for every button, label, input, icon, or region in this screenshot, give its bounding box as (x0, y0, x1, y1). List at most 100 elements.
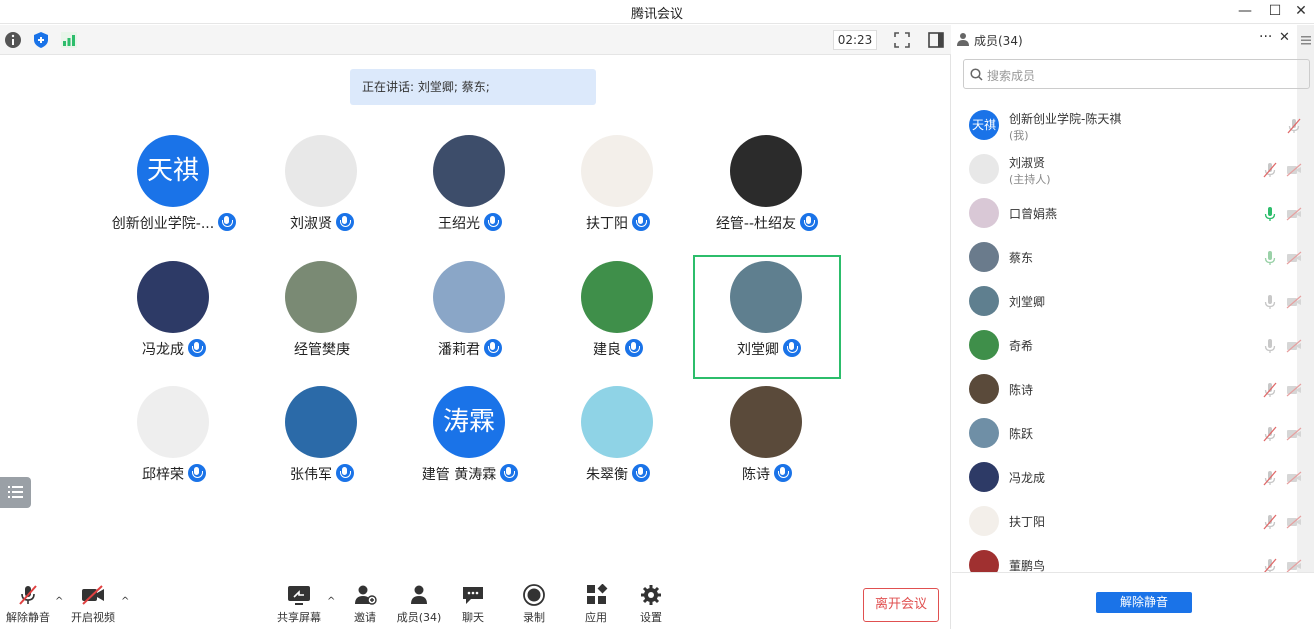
member-row[interactable]: 奇希 (952, 323, 1302, 367)
settings-button[interactable]: 设置 (623, 584, 679, 628)
mic-muted-icon (19, 585, 37, 605)
participant-tile[interactable]: 冯龙成 (100, 255, 248, 379)
participant-tile[interactable]: 张伟军 (248, 380, 396, 504)
member-mic-icon[interactable] (1262, 250, 1278, 266)
unmute-all-button[interactable]: 解除静音 (1096, 592, 1192, 613)
member-row[interactable]: 蔡东 (952, 235, 1302, 279)
member-camera-off-icon[interactable] (1286, 470, 1302, 486)
member-avatar (969, 330, 999, 360)
member-mic-icon[interactable] (1262, 338, 1278, 354)
mic-icon (783, 339, 801, 357)
participant-name: 朱翠衡 (586, 467, 628, 483)
member-camera-off-icon[interactable] (1286, 162, 1302, 178)
member-mic-icon[interactable] (1262, 206, 1278, 222)
info-icon[interactable] (4, 31, 22, 49)
member-mic-icon[interactable] (1262, 426, 1278, 442)
participant-avatar: 涛霖 (433, 386, 505, 458)
member-camera-off-icon[interactable] (1286, 250, 1302, 266)
member-role: (我) (1009, 129, 1029, 142)
start-video-button[interactable]: 开启视频 (65, 584, 121, 628)
participant-tile[interactable]: 天祺创新创业学院-... (100, 129, 248, 253)
participant-avatar (137, 261, 209, 333)
fullscreen-icon[interactable] (893, 31, 911, 49)
close-window-button[interactable]: ✕ (1289, 1, 1313, 23)
member-avatar (969, 418, 999, 448)
mic-icon (188, 339, 206, 357)
member-row[interactable]: 刘淑贤 (主持人) (952, 147, 1302, 191)
shield-icon[interactable] (32, 31, 50, 49)
member-camera-off-icon[interactable] (1286, 514, 1302, 530)
participant-list-toggle[interactable] (0, 477, 31, 508)
speaking-indicator: 正在讲话: 刘堂卿; 蔡东; (350, 69, 596, 105)
invite-button[interactable]: 邀请 (337, 584, 393, 628)
participant-tile[interactable]: 朱翠衡 (544, 380, 692, 504)
participant-name-row: 张伟军 (248, 464, 396, 484)
member-row[interactable]: 陈跃 (952, 411, 1302, 455)
settings-label: 设置 (640, 611, 662, 624)
participant-name-row: 王绍光 (396, 213, 544, 233)
participant-tile[interactable]: 刘堂卿 (693, 255, 841, 379)
participant-tile[interactable]: 建良 (544, 255, 692, 379)
unmute-button[interactable]: 解除静音 (0, 584, 56, 628)
meeting-main: 02:23 正在讲话: 刘堂卿; 蔡东; 天祺 创新创业学院-... 刘淑贤 王绍光 扶… (0, 25, 951, 629)
apps-button[interactable]: 应用 (568, 584, 624, 628)
member-name: 冯龙成 (1009, 471, 1046, 485)
hamburger-icon[interactable] (1301, 35, 1311, 45)
signal-icon[interactable] (60, 31, 78, 49)
member-row[interactable]: 冯龙成 (952, 455, 1302, 499)
minimize-button[interactable]: — (1233, 1, 1257, 23)
participant-tile[interactable]: 邱梓荣 (100, 380, 248, 504)
participant-name-row: 建良 (544, 339, 692, 359)
layout-toggle-icon[interactable] (927, 31, 945, 49)
member-mic-icon[interactable] (1262, 382, 1278, 398)
participant-tile[interactable]: 刘淑贤 (248, 129, 396, 253)
chat-icon (463, 587, 483, 604)
member-camera-off-icon[interactable] (1286, 426, 1302, 442)
member-mic-icon[interactable] (1286, 118, 1302, 134)
participant-tile[interactable]: 涛霖 建管 黄涛霖 (396, 380, 544, 504)
participant-tile[interactable]: 经管樊庚 (248, 255, 396, 379)
member-camera-off-icon[interactable] (1286, 338, 1302, 354)
participant-name-row: 创新创业学院-... (100, 213, 248, 233)
participant-tile[interactable]: 扶丁阳 (544, 129, 692, 253)
member-search-input[interactable]: 搜索成员 (963, 59, 1310, 89)
member-row[interactable]: 陈诗 (952, 367, 1302, 411)
member-avatar: 天祺 (969, 110, 999, 140)
member-camera-off-icon[interactable] (1286, 382, 1302, 398)
participant-name: 刘淑贤 (290, 216, 332, 232)
member-row[interactable]: 刘堂卿 (952, 279, 1302, 323)
member-mic-icon[interactable] (1262, 514, 1278, 530)
member-camera-off-icon[interactable] (1286, 294, 1302, 310)
members-button[interactable]: 成员(34) (391, 584, 447, 628)
participant-name-row: 刘堂卿 (695, 339, 843, 359)
member-avatar (969, 154, 999, 184)
member-camera-off-icon[interactable] (1286, 206, 1302, 222)
participant-tile[interactable]: 潘莉君 (396, 255, 544, 379)
member-mic-icon[interactable] (1262, 470, 1278, 486)
member-row[interactable]: 扶丁阳 (952, 499, 1302, 543)
member-mic-icon[interactable] (1262, 294, 1278, 310)
invite-icon (355, 585, 377, 605)
share-screen-button[interactable]: 共享屏幕 (271, 584, 327, 628)
list-icon (8, 486, 23, 498)
participant-tile[interactable]: 经管--杜绍友 (693, 129, 841, 253)
member-row[interactable]: 口曾娟燕 (952, 191, 1302, 235)
chat-button[interactable]: 聊天 (445, 584, 501, 628)
record-button[interactable]: 录制 (506, 584, 562, 628)
leave-meeting-button[interactable]: 离开会议 (863, 588, 939, 622)
member-mic-icon[interactable] (1262, 162, 1278, 178)
maximize-button[interactable]: ☐ (1263, 1, 1287, 23)
participant-name-row: 建管 黄涛霖 (396, 464, 544, 484)
mic-icon (632, 464, 650, 482)
participant-tile[interactable]: 陈诗 (693, 380, 841, 504)
video-options-caret[interactable]: ^ (121, 596, 133, 608)
member-row[interactable]: 天祺 创新创业学院-陈天祺 (我) (952, 103, 1301, 147)
search-placeholder: 搜索成员 (987, 69, 1036, 83)
search-icon (970, 68, 983, 81)
participant-avatar: 天祺 (137, 135, 209, 207)
mic-icon (800, 213, 819, 231)
participant-tile[interactable]: 王绍光 (396, 129, 544, 253)
close-panel-button[interactable]: ✕ (1279, 30, 1290, 45)
more-options-button[interactable]: ··· (1259, 29, 1272, 45)
participant-avatar (730, 135, 802, 207)
